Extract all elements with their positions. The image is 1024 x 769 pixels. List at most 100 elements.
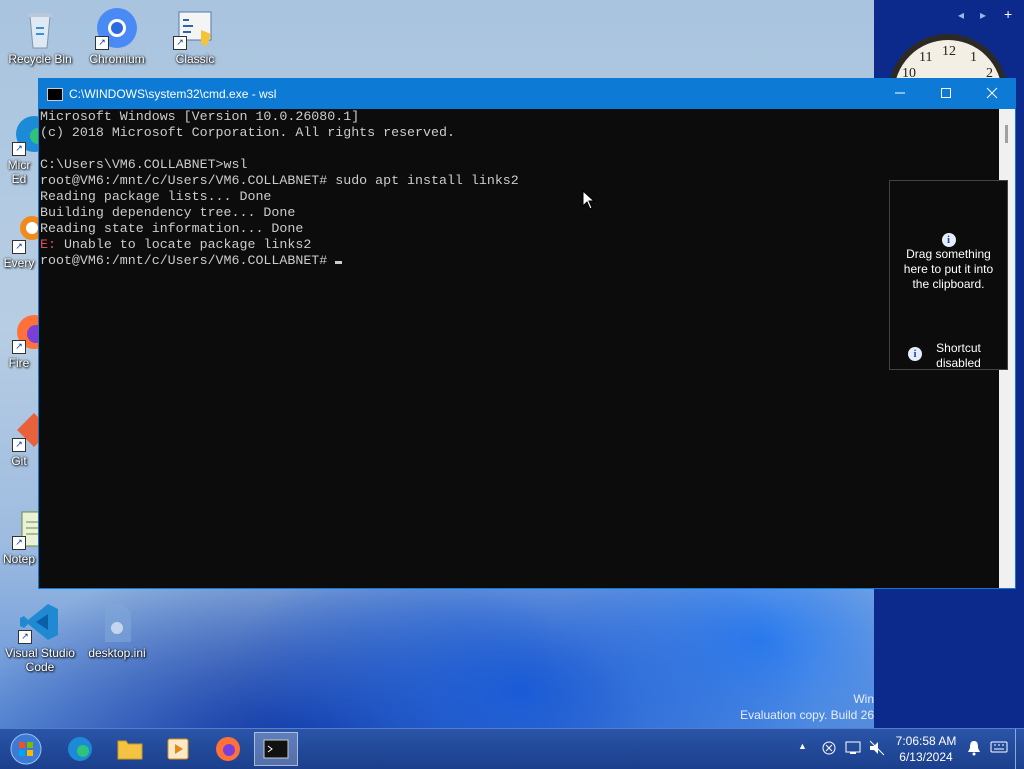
taskbar-edge[interactable] [58, 732, 102, 766]
clipboard-panel[interactable]: i Drag something here to put it into the… [889, 180, 1008, 370]
firefox-icon [216, 737, 240, 761]
desktop-icon-label: Visual Studio Code [5, 646, 75, 674]
maximize-button[interactable] [923, 79, 969, 109]
start-button[interactable] [4, 732, 48, 766]
watermark-line2: Evaluation copy. Build 26 [740, 708, 874, 722]
clipboard-info-icon: i [890, 232, 1007, 247]
settings-file-icon [95, 600, 139, 644]
taskbar: ▲ 7:06:58 AM 6/13/2024 [0, 728, 1024, 769]
git-icon: ↗ [12, 408, 38, 452]
close-button[interactable] [969, 79, 1015, 109]
desktop-icon-label: Notep [2, 552, 36, 566]
chromium-icon: ↗ [95, 6, 139, 50]
taskbar-cmd-active[interactable] [254, 732, 298, 766]
clock-date: 6/13/2024 [899, 750, 953, 764]
firefox-icon: ↗ [12, 310, 38, 354]
terminal-line-error: E: Unable to locate package links2 [40, 237, 1000, 253]
network-icon[interactable] [844, 739, 862, 757]
terminal-line: Building dependency tree... Done [40, 205, 296, 220]
shortcut-arrow-icon: ↗ [12, 240, 26, 254]
gadget-next-icon[interactable]: ▸ [980, 8, 986, 22]
action-center-icon[interactable] [820, 739, 838, 757]
taskbar-file-explorer[interactable] [108, 732, 152, 766]
desktop-icon-edge[interactable]: ↗ Micr Ed [0, 112, 38, 186]
shortcut-arrow-icon: ↗ [12, 438, 26, 452]
minimize-button[interactable] [877, 79, 923, 109]
desktop-icon-chromium[interactable]: ↗ Chromium [79, 6, 155, 66]
desktop-icon-label: Micr Ed [7, 158, 31, 186]
desktop-icon-notepad[interactable]: ↗ Notep [0, 506, 38, 566]
console-window[interactable]: C:\WINDOWS\system32\cmd.exe - wsl Micros… [38, 78, 1016, 589]
close-icon [986, 87, 998, 99]
terminal-line: Reading state information... Done [40, 221, 304, 236]
cmd-icon [263, 739, 289, 759]
windows-orb-icon [10, 733, 42, 765]
error-prefix: E: [40, 237, 56, 252]
minimize-icon [895, 92, 905, 94]
media-player-icon [167, 738, 189, 760]
show-hidden-icons-button[interactable]: ▲ [798, 741, 807, 751]
desktop-icon-label: Classic [175, 52, 215, 66]
desktop-icon-label: Git [11, 454, 27, 468]
desktop-icon-label: Chromium [89, 52, 145, 66]
desktop-icon-everything[interactable]: ↗ Every [0, 210, 38, 270]
scrollbar-thumb[interactable] [1005, 125, 1008, 143]
maximize-icon [941, 88, 951, 98]
window-title: C:\WINDOWS\system32\cmd.exe - wsl [69, 87, 277, 101]
shortcut-arrow-icon: ↗ [95, 36, 109, 50]
prompt-text: root@VM6:/mnt/c/Users/VM6.COLLABNET# [40, 253, 336, 268]
desktop-icon-label: Every [3, 256, 35, 270]
clock-num-1: 1 [970, 50, 977, 65]
gadget-add-icon[interactable]: + [1004, 6, 1012, 22]
text-cursor [335, 261, 343, 264]
notification-bell-icon[interactable] [966, 739, 982, 757]
show-desktop-button[interactable] [1015, 729, 1024, 769]
shortcut-info-icon: i [908, 347, 922, 361]
shortcut-arrow-icon: ↗ [12, 142, 26, 156]
taskbar-media-player[interactable] [156, 732, 200, 766]
clock-time: 7:06:58 AM [895, 734, 957, 748]
notepad-icon: ↗ [12, 506, 38, 550]
terminal-line: Reading package lists... Done [40, 189, 272, 204]
desktop-icon-label: desktop.ini [88, 646, 146, 660]
shortcut-arrow-icon: ↗ [18, 630, 32, 644]
terminal-prompt-line: root@VM6:/mnt/c/Users/VM6.COLLABNET# [40, 253, 1000, 269]
shortcut-arrow-icon: ↗ [12, 536, 26, 550]
volume-muted-icon[interactable] [868, 739, 886, 757]
window-titlebar[interactable]: C:\WINDOWS\system32\cmd.exe - wsl [39, 79, 1015, 109]
taskbar-firefox[interactable] [206, 732, 250, 766]
clipboard-drag-text: Drag something here to put it into the c… [903, 247, 994, 291]
terminal-line: C:\Users\VM6.COLLABNET>wsl [40, 157, 248, 172]
desktop-icon-vscode[interactable]: ↗ Visual Studio Code [2, 600, 78, 674]
cmd-app-icon [47, 88, 63, 101]
terminal-output[interactable]: Microsoft Windows [Version 10.0.26080.1]… [39, 109, 1000, 588]
desktop-icon-git[interactable]: ↗ Git [0, 408, 38, 468]
terminal-line: (c) 2018 Microsoft Corporation. All righ… [40, 125, 455, 140]
folder-icon [117, 740, 143, 760]
watermark-line1: Win [853, 692, 874, 706]
error-message: Unable to locate package links2 [55, 237, 312, 252]
gadget-prev-icon[interactable]: ◂ [958, 8, 964, 22]
taskbar-clock[interactable]: 7:06:58 AM 6/13/2024 [888, 733, 964, 765]
edge-icon [68, 737, 92, 761]
control-panel-icon: ↗ [173, 6, 217, 50]
shortcut-arrow-icon: ↗ [12, 340, 26, 354]
vscode-icon: ↗ [18, 600, 62, 644]
desktop-icon-label: Recycle Bin [8, 52, 72, 66]
clock-num-11: 11 [919, 50, 933, 65]
desktop-icon-desktop-ini[interactable]: desktop.ini [79, 600, 155, 660]
clipboard-shortcut-status: i Shortcut disabled [890, 341, 1007, 371]
shortcut-arrow-icon: ↗ [173, 36, 187, 50]
language-bar-icon[interactable] [990, 739, 1008, 757]
desktop-icon-classic[interactable]: ↗ Classic [157, 6, 233, 66]
terminal-line: root@VM6:/mnt/c/Users/VM6.COLLABNET# sud… [40, 173, 519, 188]
terminal-line: Microsoft Windows [Version 10.0.26080.1] [40, 109, 360, 124]
mouse-pointer-icon [582, 190, 596, 210]
desktop-icon-recycle-bin[interactable]: Recycle Bin [2, 6, 78, 66]
clock-num-12: 12 [942, 44, 956, 59]
desktop-icon-firefox[interactable]: ↗ Fire [0, 310, 38, 370]
edge-icon: ↗ [12, 112, 38, 156]
recycle-bin-icon [18, 6, 62, 50]
search-magnifier-icon: ↗ [12, 210, 38, 254]
